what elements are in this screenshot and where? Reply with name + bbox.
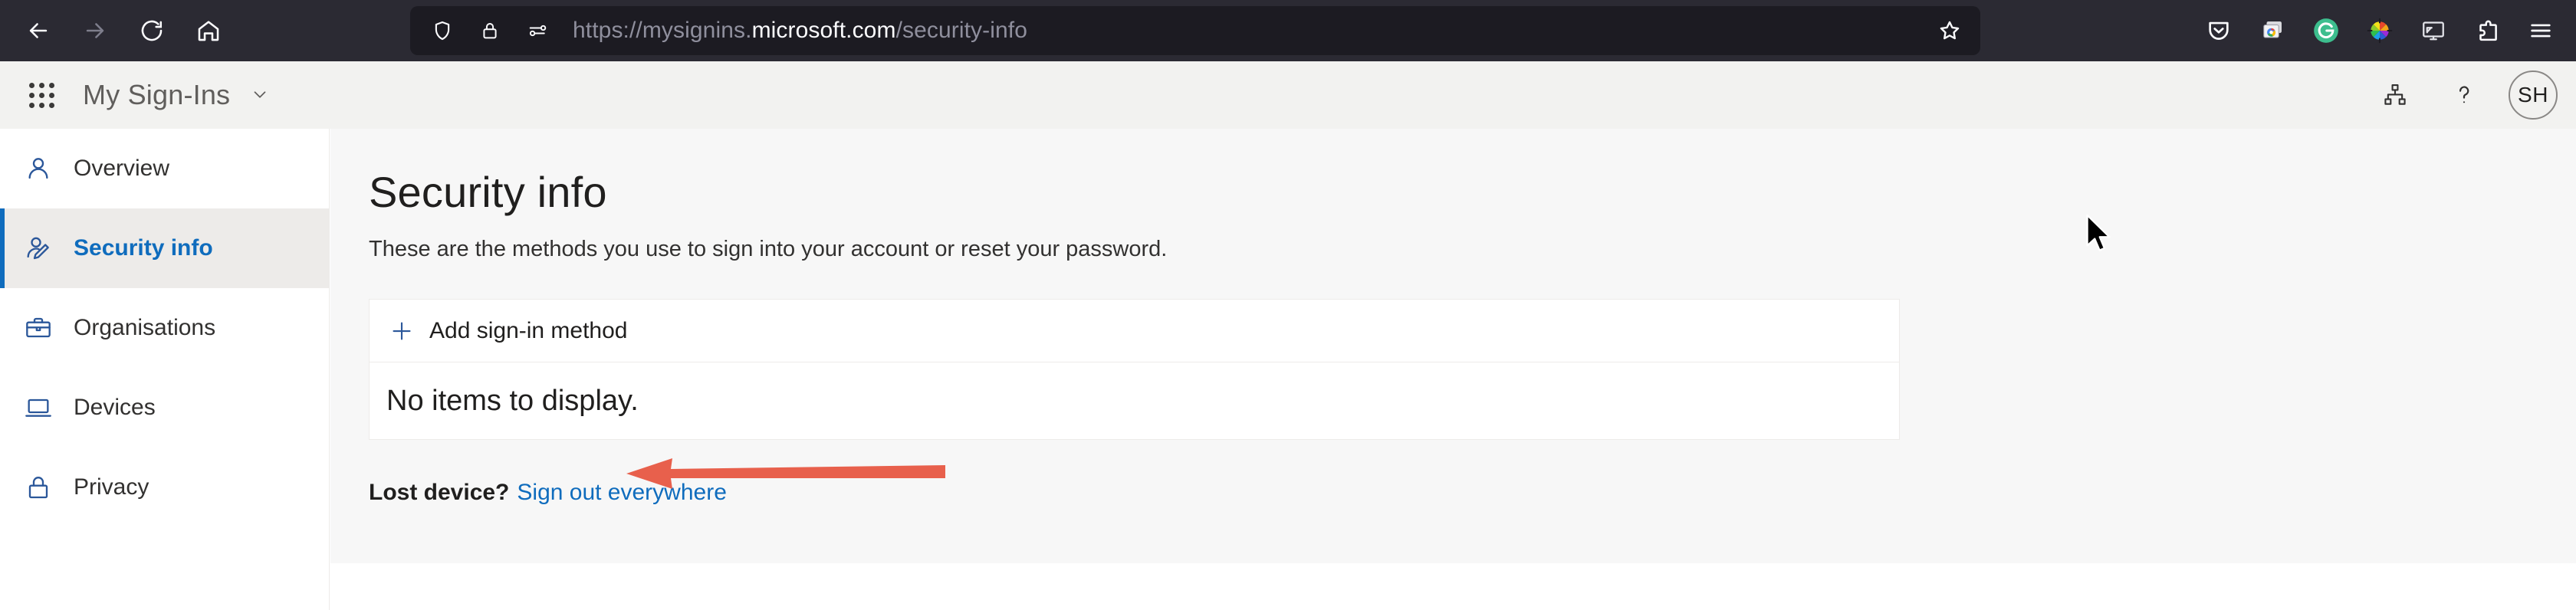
app-launcher-icon[interactable] (17, 71, 66, 120)
sidebar-item-organisations[interactable]: Organisations (0, 288, 329, 368)
grammarly-icon[interactable] (2302, 6, 2351, 55)
sidebar-item-label: Overview (74, 156, 170, 181)
empty-state-message: No items to display. (386, 384, 639, 417)
laptop-icon (20, 389, 57, 426)
sidebar-item-label: Devices (74, 395, 156, 420)
sidebar: Overview Security info Organisations Dev… (0, 129, 330, 610)
screenshot-icon[interactable] (2409, 6, 2458, 55)
arrow-right-icon (86, 23, 104, 38)
lock-icon (20, 469, 57, 506)
sidebar-item-label: Organisations (74, 315, 216, 340)
sidebar-item-overview[interactable]: Overview (0, 129, 329, 208)
arrow-left-icon (29, 23, 48, 38)
app-menu-icon[interactable] (2516, 6, 2565, 55)
lost-device-label: Lost device? (369, 480, 510, 505)
app-launcher-grid (28, 82, 54, 108)
security-methods-card: Add sign-in method No items to display. (369, 299, 1900, 440)
add-sign-in-method-button[interactable]: Add sign-in method (370, 300, 1899, 362)
url-prefix: https://mysignins. (573, 18, 752, 43)
back-button[interactable] (12, 5, 64, 57)
sidebar-item-devices[interactable]: Devices (0, 368, 329, 448)
app-title-label: My Sign-Ins (83, 79, 231, 110)
organization-icon[interactable] (2371, 71, 2420, 120)
tab-manager-icon[interactable] (2248, 6, 2297, 55)
sidebar-item-label: Privacy (74, 474, 150, 500)
plus-icon (386, 316, 417, 346)
pocket-icon[interactable] (2194, 6, 2243, 55)
empty-state-row: No items to display. (370, 362, 1899, 439)
url-bar[interactable]: https://mysignins.microsoft.com/security… (410, 6, 1980, 55)
forward-button[interactable] (69, 5, 121, 57)
page-title: Security info (369, 168, 607, 216)
permissions-icon[interactable] (522, 15, 553, 46)
url-suffix: /security-info (895, 18, 1028, 43)
briefcase-icon (20, 310, 57, 346)
app-header-actions: SH (2371, 61, 2558, 129)
page-body: Overview Security info Organisations Dev… (0, 129, 2576, 610)
url-host: microsoft.com (751, 18, 896, 43)
person-edit-icon (20, 230, 57, 267)
sidebar-item-privacy[interactable]: Privacy (0, 448, 329, 527)
tab-manager-icon-glyph (2263, 21, 2282, 38)
lock-icon[interactable] (475, 15, 505, 46)
star-icon[interactable] (1930, 11, 1970, 51)
sidebar-item-label: Security info (74, 235, 213, 261)
home-icon (198, 21, 219, 41)
help-icon[interactable] (2440, 71, 2489, 120)
chevron-down-icon (250, 84, 270, 104)
url-bar-icons (427, 15, 553, 46)
avatar[interactable]: SH (2509, 71, 2558, 120)
sign-out-everywhere-link[interactable]: Sign out everywhere (517, 480, 727, 505)
person-icon (20, 150, 57, 187)
app-title-menu[interactable]: My Sign-Ins (83, 79, 270, 111)
home-button[interactable] (182, 5, 235, 57)
lost-device-row: Lost device? Sign out everywhere (369, 480, 2576, 506)
color-picker-icon[interactable] (2355, 6, 2404, 55)
page-subtitle: These are the methods you use to sign in… (369, 237, 1168, 261)
browser-toolbar-icons (2194, 0, 2565, 61)
shield-icon[interactable] (427, 15, 458, 46)
browser-chrome: https://mysignins.microsoft.com/security… (0, 0, 2576, 61)
app-header: My Sign-Ins SH (0, 61, 2576, 129)
extensions-icon[interactable] (2463, 6, 2512, 55)
browser-nav-buttons (0, 5, 235, 57)
reload-icon (141, 20, 163, 41)
url-text[interactable]: https://mysignins.microsoft.com/security… (573, 18, 1930, 44)
sidebar-item-security-info[interactable]: Security info (0, 208, 329, 288)
avatar-initials: SH (2518, 83, 2548, 107)
main-content: Security info These are the methods you … (330, 129, 2576, 563)
reload-button[interactable] (126, 5, 178, 57)
add-sign-in-method-label: Add sign-in method (429, 317, 628, 343)
